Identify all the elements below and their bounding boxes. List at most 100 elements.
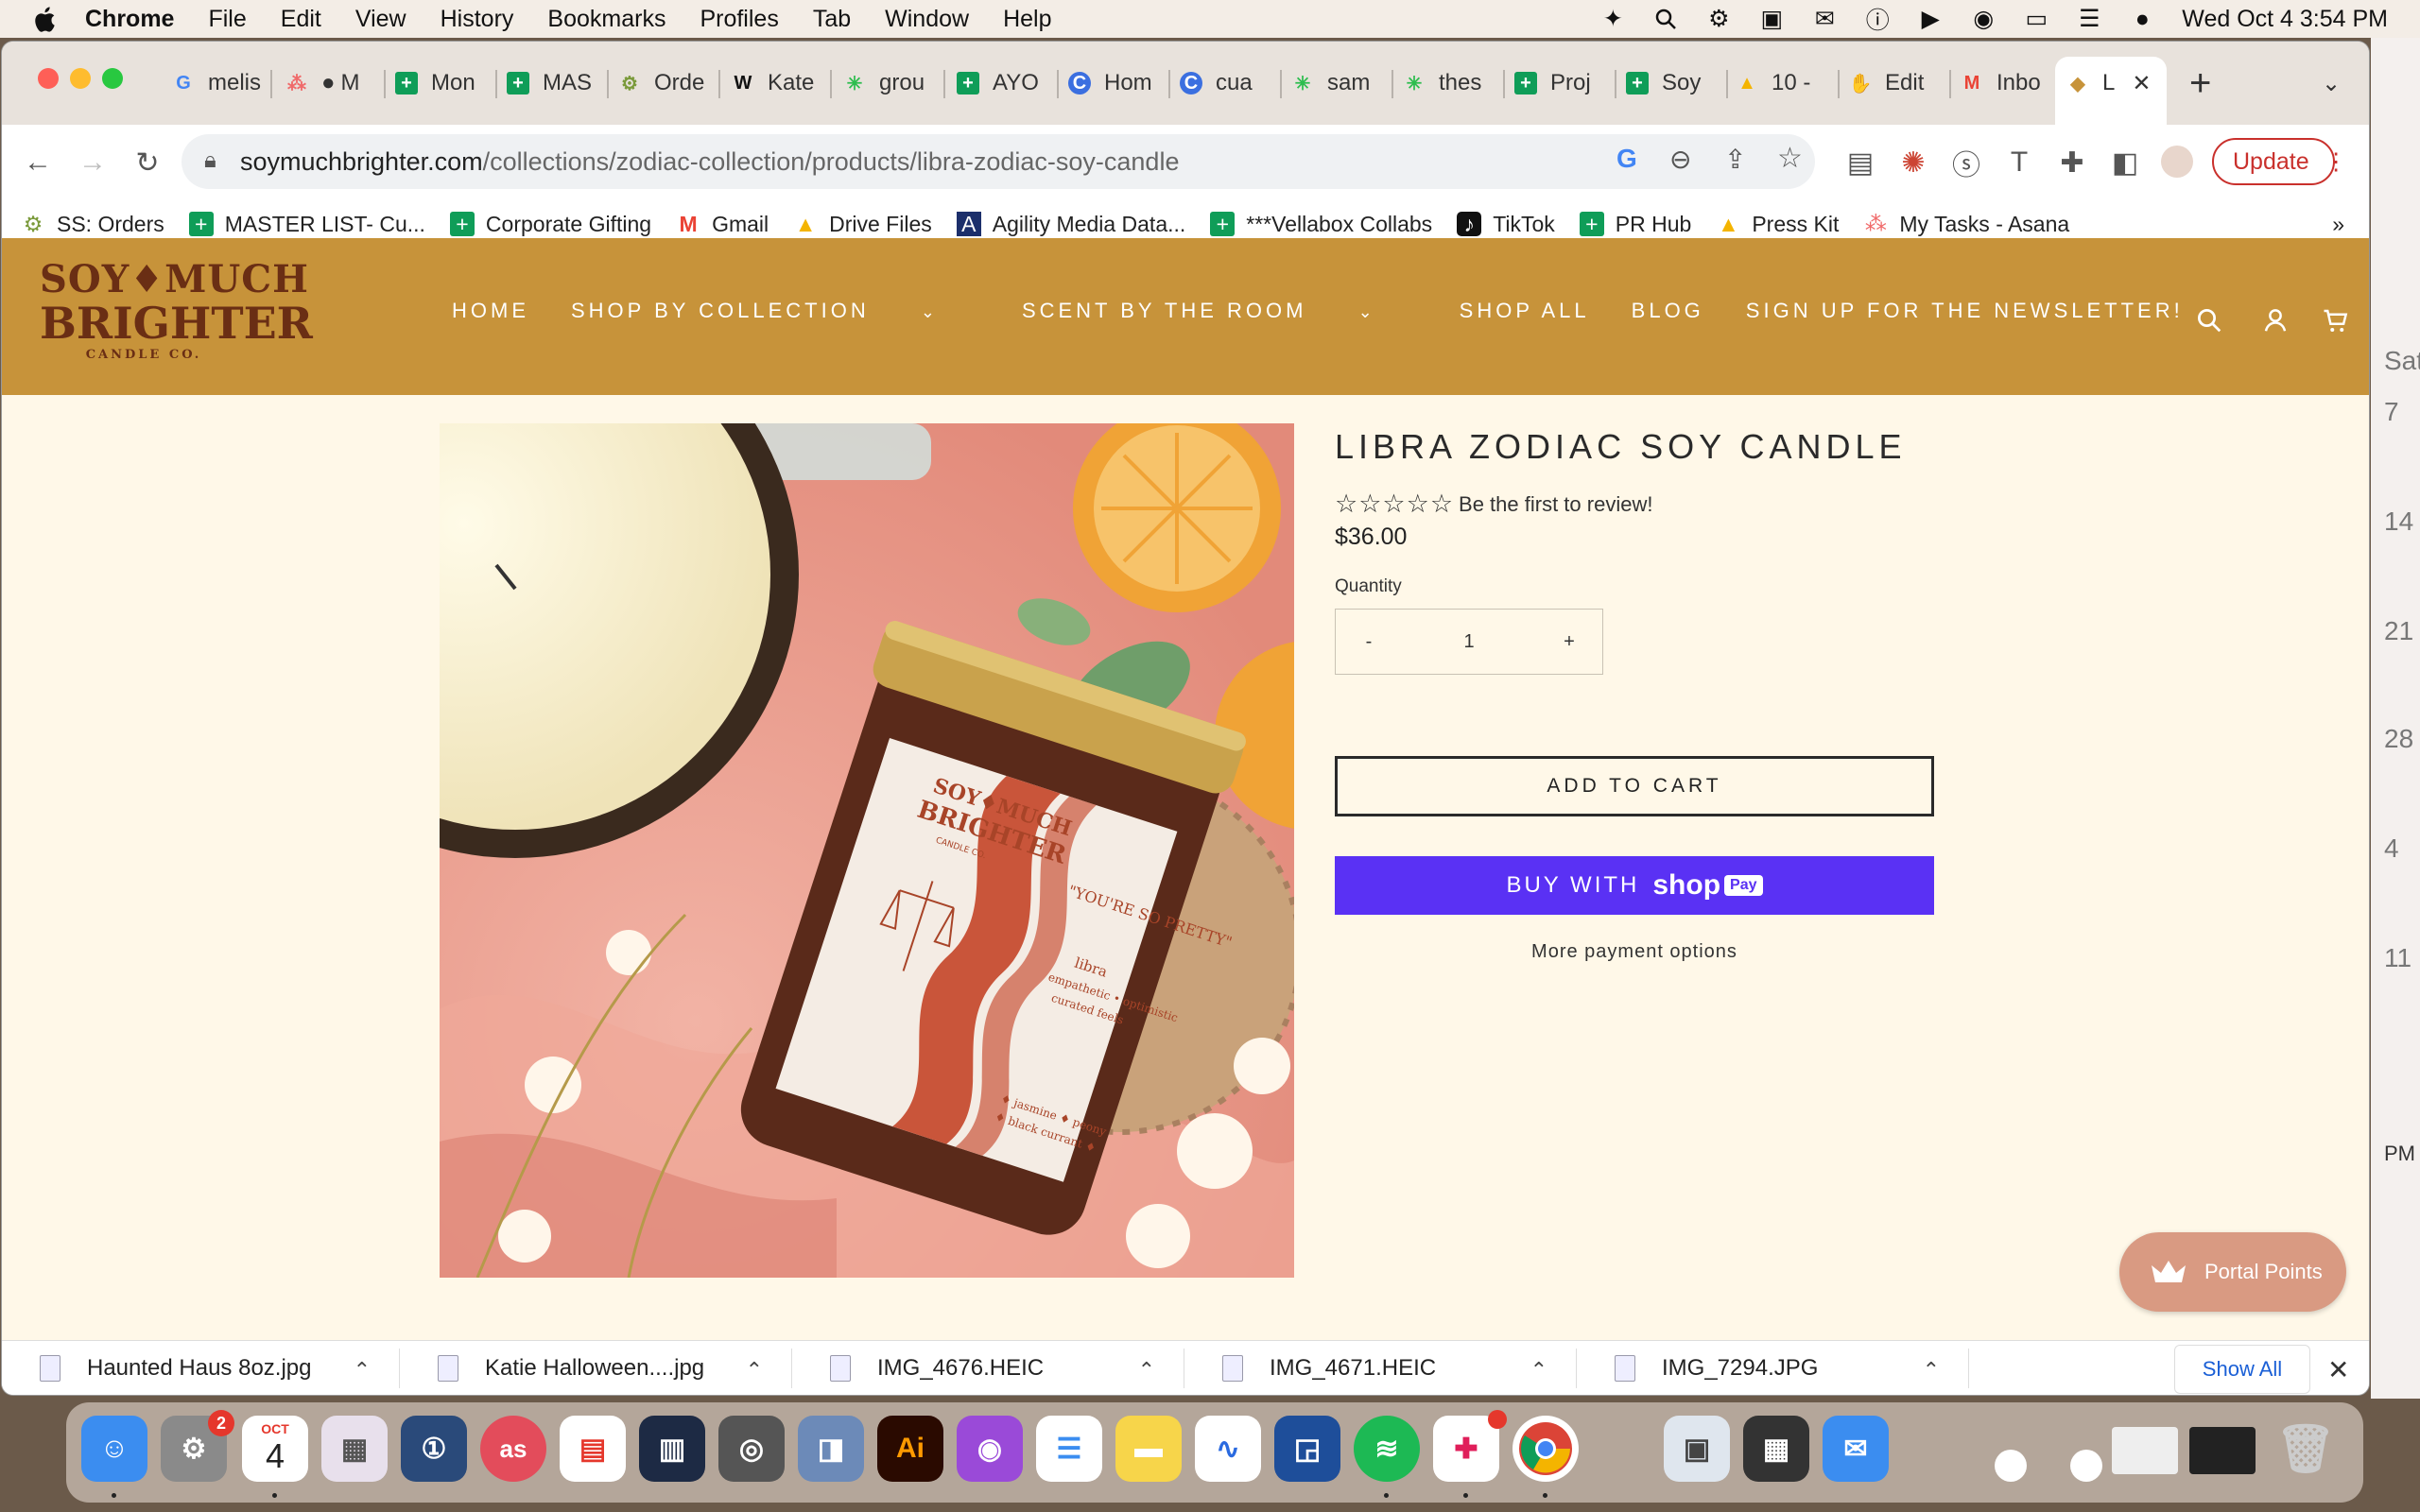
control-center-icon[interactable]: ☰	[2076, 6, 2102, 32]
mail-app-icon[interactable]: ✉	[1823, 1416, 1889, 1482]
text-extension-icon[interactable]: T	[2002, 146, 2036, 180]
menu-profiles[interactable]: Profiles	[700, 6, 778, 33]
menu-edit[interactable]: Edit	[281, 6, 321, 33]
tab-group[interactable]: ✳ grou	[843, 62, 934, 104]
bookmark-star-icon[interactable]: ☆	[1777, 142, 1803, 175]
calculator-icon[interactable]: ▦	[1743, 1416, 1809, 1482]
bookmark-gmail[interactable]: M Gmail	[676, 212, 769, 237]
image-capture-icon[interactable]: ▣	[1664, 1416, 1730, 1482]
tab-cua[interactable]: Ccua	[1180, 62, 1270, 104]
review-stars[interactable]: ☆☆☆☆☆ Be the first to review!	[1335, 490, 1652, 519]
buy-with-shop-pay-button[interactable]: BUY WITH shop Pay	[1335, 856, 1934, 915]
menu-view[interactable]: View	[355, 6, 406, 33]
menu-help[interactable]: Help	[1003, 6, 1051, 33]
podcasts-icon[interactable]: ◉	[957, 1416, 1023, 1482]
menu-app-chrome[interactable]: Chrome	[85, 6, 174, 33]
close-downloads-icon[interactable]: ✕	[2327, 1354, 2349, 1385]
mail-icon[interactable]: ✉	[1811, 6, 1838, 32]
download-item[interactable]: Katie Halloween....jpg ⌃	[400, 1341, 791, 1395]
bookmark-drive-files[interactable]: ▲ Drive Files	[793, 212, 932, 237]
forward-arrow-icon[interactable]: →	[76, 146, 110, 180]
tab-drive[interactable]: ▲ 10 -	[1736, 62, 1826, 104]
1password-icon[interactable]: ①	[401, 1416, 467, 1482]
tab-edit[interactable]: ✋ Edit	[1849, 62, 1940, 104]
menu-file[interactable]: File	[208, 6, 246, 33]
reminders-grid-icon[interactable]: ▤	[560, 1416, 626, 1482]
close-tab-icon[interactable]: ✕	[2132, 70, 2151, 97]
tab-sheets[interactable]: + AYO	[957, 62, 1047, 104]
bookmark-tiktok[interactable]: ♪ TikTok	[1457, 212, 1555, 237]
account-icon[interactable]	[2261, 306, 2290, 335]
illustrator-icon[interactable]: Ai	[877, 1416, 943, 1482]
bookmark-corporate-gifting[interactable]: + Corporate Gifting	[449, 212, 651, 237]
news-app-icon[interactable]: ▥	[639, 1416, 705, 1482]
tab-sheets[interactable]: + Soy	[1626, 62, 1717, 104]
siri-icon[interactable]: ●	[2129, 6, 2155, 32]
share-icon[interactable]: ⇪	[1724, 144, 1746, 175]
tab-search-chevron-icon[interactable]: ⌄	[2322, 62, 2350, 104]
search-icon[interactable]	[2195, 306, 2223, 335]
bookmark-agility[interactable]: A Agility Media Data...	[956, 212, 1185, 237]
calendar-app-icon[interactable]: OCT 4	[242, 1416, 308, 1482]
download-item[interactable]: IMG_4676.HEIC ⌃	[792, 1341, 1184, 1395]
finder-icon[interactable]: ☺	[81, 1416, 147, 1482]
play-icon[interactable]: ▶	[1917, 6, 1944, 32]
freeform-icon[interactable]: ∿	[1195, 1416, 1261, 1482]
dropbox-icon[interactable]: ✦	[1599, 6, 1626, 32]
1password-icon[interactable]: ⓘ	[1864, 6, 1891, 34]
slack-icon[interactable]: ✚	[1433, 1410, 1507, 1482]
side-panel-icon[interactable]: ◧	[2108, 146, 2142, 180]
bookmark-asana[interactable]: ⁂ My Tasks - Asana	[1863, 212, 2069, 237]
spotify-icon[interactable]: ≋	[1354, 1416, 1420, 1482]
lock-icon[interactable]: 🔒︎	[204, 147, 216, 174]
back-arrow-icon[interactable]: ←	[21, 146, 55, 180]
site-logo[interactable]: SOY♦MUCH BRIGHTER CANDLE CO.	[40, 259, 313, 372]
minimized-window-thumbnail[interactable]	[2112, 1427, 2178, 1474]
tab-gmail[interactable]: M Inbo	[1961, 62, 2051, 104]
asana-app-icon[interactable]: as	[480, 1416, 546, 1482]
tab-orders[interactable]: ⚙ Orde	[618, 62, 709, 104]
color-extension-icon[interactable]: ✺	[1896, 146, 1930, 180]
bookmark-ss-orders[interactable]: ⚙ SS: Orders	[21, 212, 164, 237]
extension-icon[interactable]: ⓢ	[1949, 146, 1983, 181]
notes-icon[interactable]: ▬	[1115, 1416, 1182, 1482]
more-payment-options-link[interactable]: More payment options	[1335, 941, 1934, 963]
chrome-minimized-icon[interactable]	[2070, 1450, 2102, 1482]
close-window-button[interactable]	[38, 68, 59, 89]
quantity-decrease-button[interactable]: -	[1336, 631, 1402, 653]
menu-history[interactable]: History	[441, 6, 514, 33]
product-image[interactable]: SOY♦MUCH BRIGHTER CANDLE CO. "YOU'RE SO …	[440, 423, 1294, 1278]
download-item[interactable]: Haunted Haus 8oz.jpg ⌃	[2, 1341, 399, 1395]
profile-avatar[interactable]	[2161, 146, 2193, 178]
url-text[interactable]: soymuchbrighter.com/collections/zodiac-c…	[240, 147, 1179, 177]
zoom-window-button[interactable]	[102, 68, 123, 89]
download-item[interactable]: IMG_4671.HEIC ⌃	[1184, 1341, 1576, 1395]
nav-shop-by-collection[interactable]: SHOP BY COLLECTION ⌄	[571, 299, 980, 323]
nav-home[interactable]: HOME	[452, 299, 529, 323]
show-all-downloads-button[interactable]: Show All	[2174, 1345, 2310, 1394]
bookmark-press-kit[interactable]: ▲ Press Kit	[1716, 212, 1839, 237]
quantity-input[interactable]: 1	[1402, 631, 1536, 653]
wifi-icon[interactable]: ◉	[1970, 6, 1996, 32]
tab-sheets[interactable]: + Proj	[1514, 62, 1605, 104]
zoom-icon[interactable]: ⊖	[1669, 144, 1691, 175]
chrome-minimized-icon[interactable]	[1995, 1450, 2027, 1482]
portal-points-button[interactable]: Portal Points	[2119, 1232, 2346, 1312]
chrome-icon[interactable]	[1512, 1416, 1579, 1482]
tooling-app-icon[interactable]: ◲	[1274, 1416, 1340, 1482]
bookmark-master-list[interactable]: + MASTER LIST- Cu...	[188, 212, 425, 237]
tab-libra-active[interactable]: ◆ L ✕	[2066, 62, 2157, 104]
battery-icon[interactable]: ▭	[2023, 6, 2049, 32]
tab-these[interactable]: ✳ thes	[1403, 62, 1494, 104]
tab-asana[interactable]: ⁂ ● M	[285, 62, 376, 104]
nav-scent-by-the-room[interactable]: SCENT BY THE ROOM ⌄	[1022, 299, 1418, 323]
google-lens-icon[interactable]: G	[1616, 144, 1637, 174]
tab-sam[interactable]: ✳ sam	[1291, 62, 1382, 104]
tab-home[interactable]: C Hom	[1068, 62, 1159, 104]
puzzle-extensions-icon[interactable]: ✚	[2055, 146, 2089, 180]
bookmark-pr-hub[interactable]: + PR Hub	[1579, 212, 1691, 237]
clock[interactable]: Wed Oct 4 3:54 PM	[2182, 6, 2388, 33]
minimized-window-thumbnail[interactable]	[2189, 1427, 2256, 1474]
system-settings-icon[interactable]: ⚙ 2	[161, 1410, 234, 1482]
nav-shop-all[interactable]: SHOP ALL	[1460, 299, 1590, 323]
